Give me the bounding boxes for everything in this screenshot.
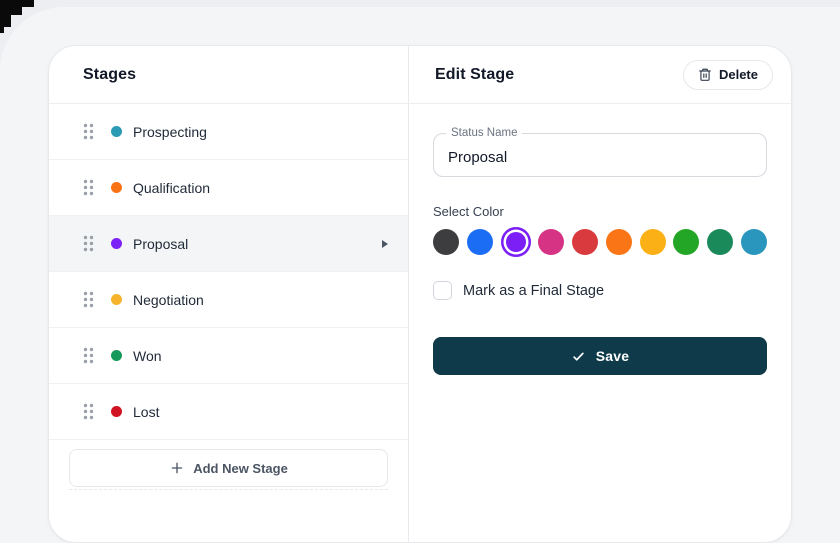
stage-manager-card: Stages Prospecting Qualification Proposa…: [48, 45, 792, 543]
stage-row-proposal[interactable]: Proposal: [49, 216, 408, 272]
stages-panel-header: Stages: [49, 46, 408, 104]
drag-handle-icon[interactable]: [83, 235, 94, 252]
color-swatch-sea-green[interactable]: [707, 229, 734, 255]
color-swatch-blue[interactable]: [466, 229, 493, 255]
select-color-label: Select Color: [433, 204, 504, 219]
save-button-label: Save: [595, 348, 630, 364]
color-swatch-orange[interactable]: [605, 229, 632, 255]
color-swatch-green[interactable]: [673, 229, 700, 255]
drag-handle-icon[interactable]: [83, 179, 94, 196]
stage-row-qualification[interactable]: Qualification: [49, 160, 408, 216]
add-new-stage-button[interactable]: Add New Stage: [69, 449, 388, 487]
delete-button[interactable]: Delete: [682, 59, 773, 90]
stage-color-dot: [111, 182, 122, 193]
color-swatch-pink[interactable]: [538, 229, 565, 255]
color-swatch-charcoal[interactable]: [433, 229, 459, 255]
stage-row-prospecting[interactable]: Prospecting: [49, 104, 408, 160]
stage-color-dot: [111, 238, 122, 249]
save-button[interactable]: Save: [433, 337, 767, 375]
stage-color-dot: [111, 406, 122, 417]
stage-color-dot: [111, 126, 122, 137]
add-new-stage-label: Add New Stage: [193, 460, 288, 476]
drag-handle-icon[interactable]: [83, 123, 94, 140]
stage-color-dot: [111, 294, 122, 305]
stage-label: Negotiation: [133, 291, 204, 308]
drag-handle-icon[interactable]: [83, 403, 94, 420]
stages-panel: Stages Prospecting Qualification Proposa…: [49, 46, 409, 542]
trash-icon: [699, 68, 711, 81]
stage-label: Prospecting: [133, 123, 207, 140]
drag-handle-icon[interactable]: [83, 291, 94, 308]
color-swatch-row: [433, 227, 767, 257]
status-name-label: Status Name: [446, 127, 523, 140]
drop-zone-divider: [69, 489, 388, 490]
stages-title: Stages: [83, 65, 137, 83]
chevron-right-icon: [382, 239, 388, 248]
final-stage-row: Mark as a Final Stage: [433, 281, 767, 300]
stage-label: Lost: [133, 403, 160, 420]
edit-stage-panel: Edit Stage Delete Status Name Select Col…: [409, 46, 791, 542]
status-name-input[interactable]: [434, 134, 766, 176]
stage-label: Proposal: [133, 235, 189, 252]
drag-handle-icon[interactable]: [83, 347, 94, 364]
stage-label: Won: [133, 347, 162, 364]
stage-row-lost[interactable]: Lost: [49, 384, 408, 440]
check-icon: [573, 352, 584, 361]
final-stage-checkbox[interactable]: [433, 281, 452, 300]
status-name-field: Status Name: [433, 127, 767, 177]
color-swatch-red[interactable]: [572, 229, 599, 255]
edit-stage-header: Edit Stage Delete: [409, 46, 791, 104]
color-swatch-amber[interactable]: [639, 229, 666, 255]
stage-row-negotiation[interactable]: Negotiation: [49, 272, 408, 328]
stage-row-won[interactable]: Won: [49, 328, 408, 384]
final-stage-label: Mark as a Final Stage: [463, 282, 605, 299]
delete-button-label: Delete: [718, 67, 758, 82]
color-swatch-cyan[interactable]: [740, 229, 767, 255]
stage-color-dot: [111, 350, 122, 361]
edit-stage-form: Status Name Select Color Mark as a Final…: [409, 104, 791, 375]
stage-label: Qualification: [133, 179, 211, 196]
edit-stage-title: Edit Stage: [435, 65, 515, 83]
color-swatch-purple-selected[interactable]: [500, 227, 531, 257]
plus-icon: [171, 462, 183, 474]
